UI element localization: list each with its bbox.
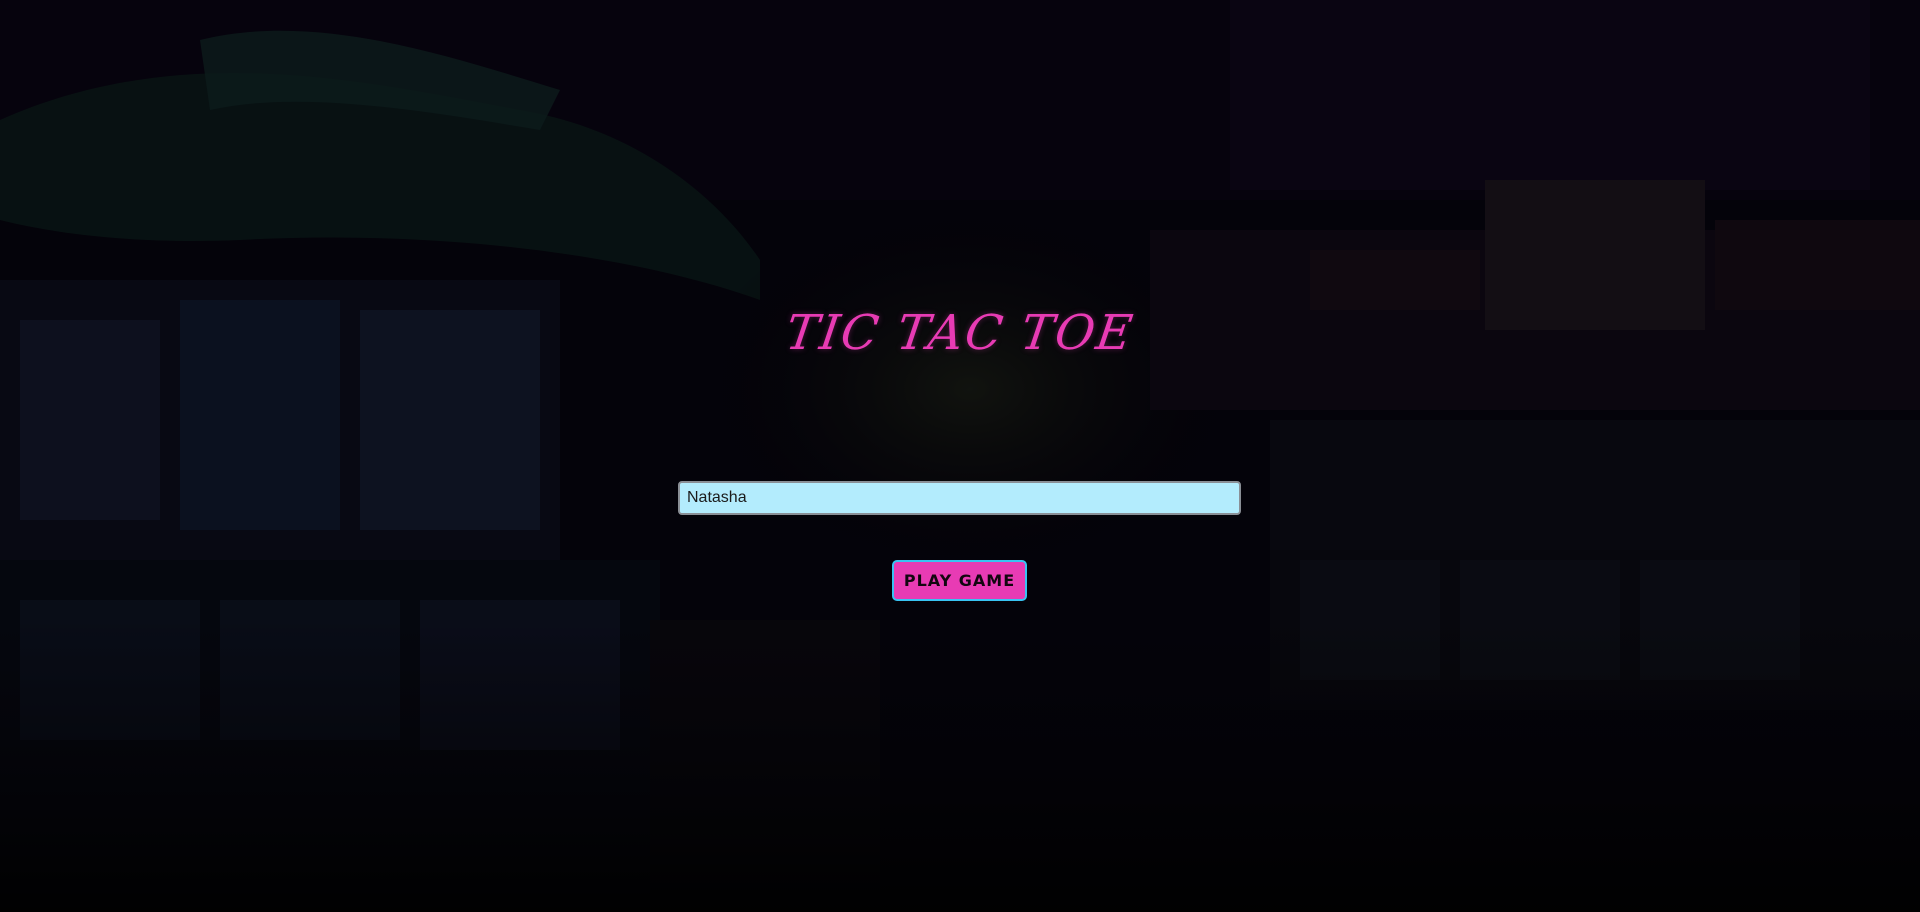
page: TIC TAC TOE PLAY GAME <box>0 0 1920 912</box>
page-title: TIC TAC TOE <box>782 305 1138 361</box>
play-game-button[interactable]: PLAY GAME <box>892 560 1027 601</box>
arcade-background-image <box>0 0 1920 912</box>
player-name-input[interactable] <box>678 481 1241 515</box>
